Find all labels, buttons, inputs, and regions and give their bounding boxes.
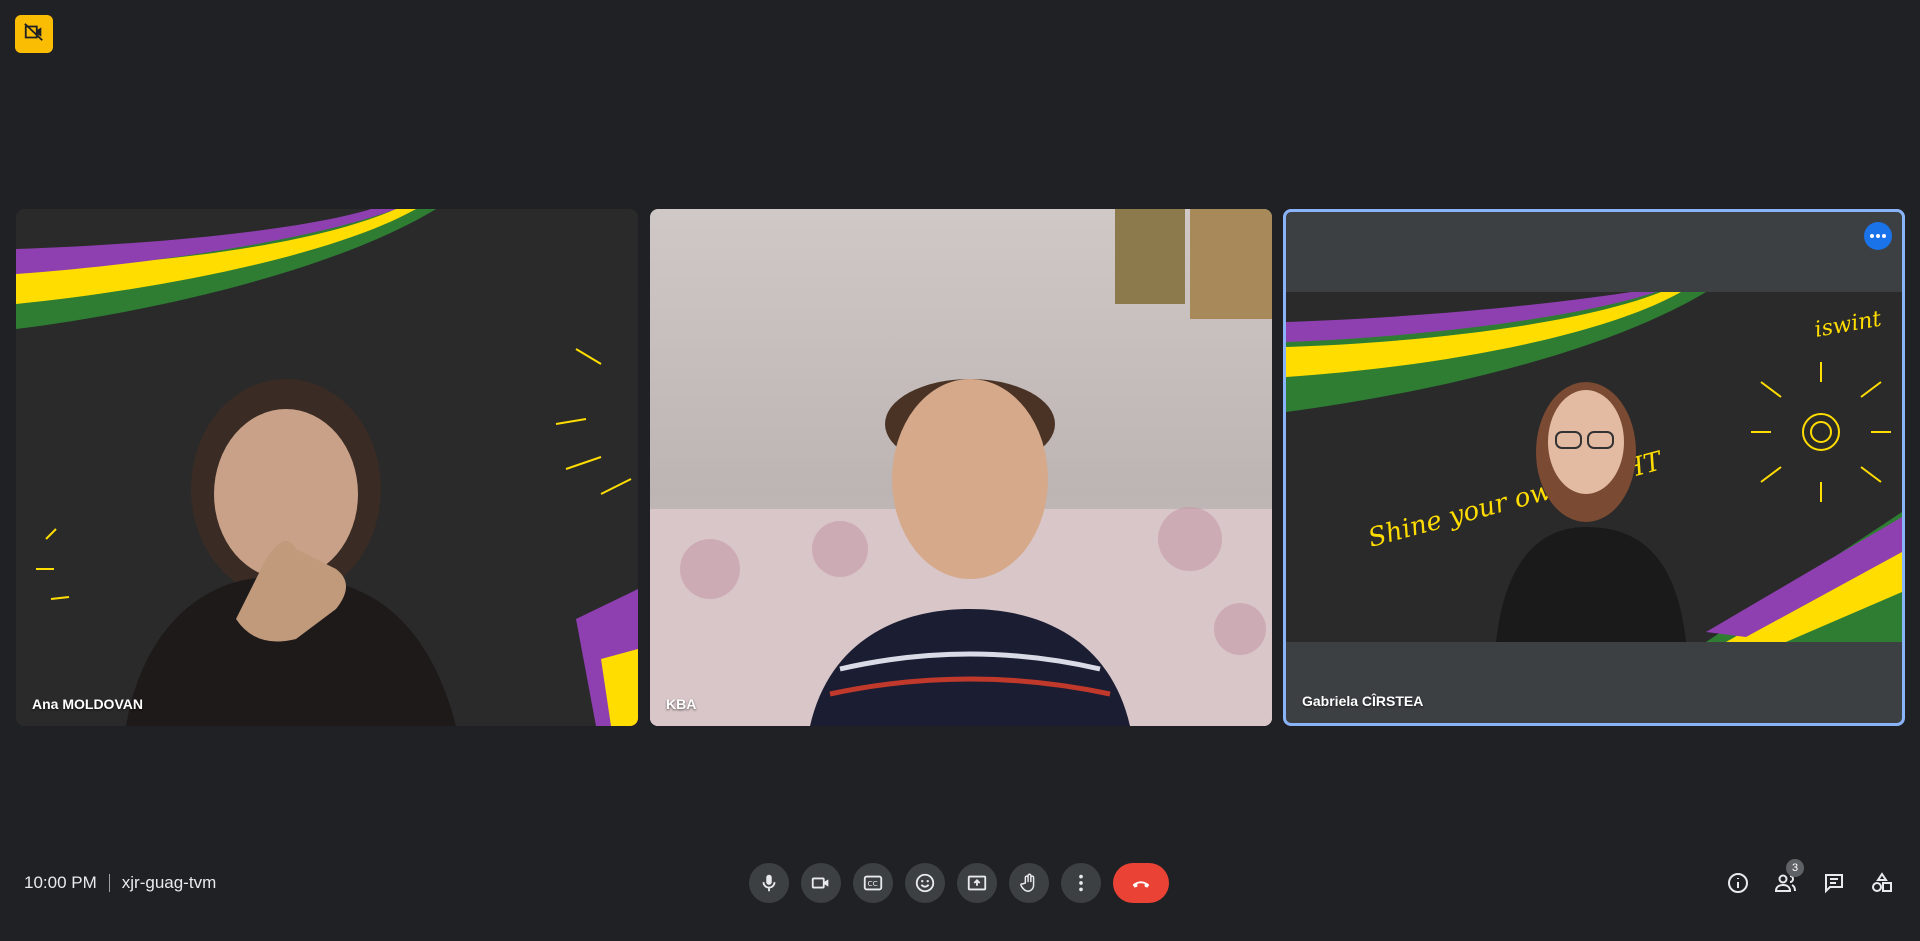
divider: [108, 874, 110, 892]
mic-icon: [762, 874, 776, 892]
participant-video-kba: [810, 309, 1130, 726]
captions-icon: CC: [863, 875, 883, 891]
raise-hand-button[interactable]: [1009, 863, 1049, 903]
hand-icon: [1019, 873, 1035, 892]
chat-icon: [1825, 874, 1843, 894]
camera-button[interactable]: [801, 863, 841, 903]
info-icon: [1728, 873, 1748, 893]
chat-button[interactable]: [1812, 861, 1856, 905]
more-options-button[interactable]: [1061, 863, 1101, 903]
meeting-info: 10:00 PM xjr-guag-tvm: [24, 873, 216, 893]
participant-name: Gabriela CÎRSTEA: [1302, 693, 1424, 709]
present-icon: [967, 875, 987, 891]
meeting-details-button[interactable]: [1716, 861, 1760, 905]
meeting-time: 10:00 PM: [24, 873, 97, 892]
present-button[interactable]: [957, 863, 997, 903]
iswint-logo: iswint: [1813, 307, 1884, 343]
captions-button[interactable]: CC: [853, 863, 893, 903]
more-horiz-icon: [1870, 234, 1886, 238]
activities-button[interactable]: [1860, 861, 1904, 905]
participant-video-gabriela: Shine your own LIGHT iswint: [1286, 292, 1902, 642]
participant-tile-gabriela[interactable]: Shine your own LIGHT iswint Gabriela CÎR…: [1283, 209, 1905, 726]
participant-name: Ana MOLDOVAN: [32, 696, 143, 712]
more-vert-icon: [1079, 874, 1083, 892]
people-button[interactable]: 3: [1764, 859, 1808, 905]
side-panel-buttons: 3: [1716, 859, 1904, 905]
camera-off-icon: [23, 21, 45, 48]
leave-call-button[interactable]: [1113, 863, 1169, 903]
emoji-icon: [915, 873, 935, 893]
reactions-button[interactable]: [905, 863, 945, 903]
participant-tile-kba[interactable]: KBA: [650, 209, 1272, 726]
svg-text:CC: CC: [868, 879, 878, 888]
camera-off-badge: [15, 15, 53, 53]
meeting-code[interactable]: xjr-guag-tvm: [122, 873, 216, 893]
participant-tile-ana[interactable]: Ana MOLDOVAN: [16, 209, 638, 726]
tile-more-options-button[interactable]: [1864, 222, 1892, 250]
camera-icon: [811, 877, 829, 889]
call-controls: CC: [749, 863, 1169, 903]
participant-name: KBA: [666, 696, 697, 712]
people-count-badge: 3: [1786, 859, 1804, 877]
microphone-button[interactable]: [749, 863, 789, 903]
participant-video-ana: [106, 349, 466, 726]
activities-icon: [1872, 872, 1892, 892]
end-call-icon: [1132, 881, 1150, 888]
